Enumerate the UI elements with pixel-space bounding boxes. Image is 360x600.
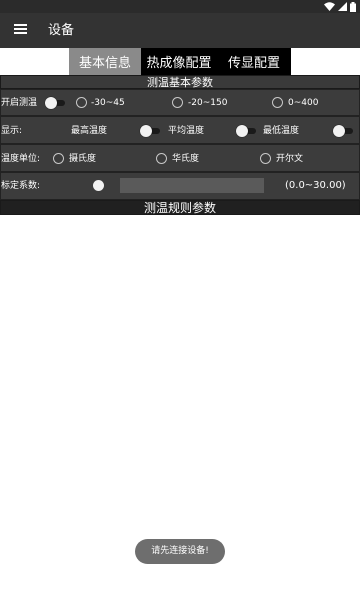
calibration-label: 标定系数: (1, 181, 41, 191)
range-option-2: -20~150 (188, 98, 228, 108)
calibration-row: 标定系数: (0.0~30.00) (0, 172, 360, 200)
temperature-unit-row: 温度单位: 摄氏度 华氏度 开尔文 (0, 144, 360, 172)
calibration-input[interactable] (120, 178, 264, 193)
max-temp-switch[interactable] (140, 125, 162, 137)
tab-transmission-config[interactable]: 传显配置 (217, 48, 291, 75)
menu-icon[interactable] (10, 22, 30, 39)
unit-radio-kelvin[interactable] (260, 153, 271, 164)
max-temp-label: 最高温度 (71, 126, 108, 136)
temperature-unit-label: 温度单位: (1, 154, 41, 164)
range-radio-3[interactable] (272, 97, 283, 108)
tab-basic-info[interactable]: 基本信息 (69, 48, 141, 75)
signal-icon (338, 2, 347, 11)
section-header-rule-params: 测温规则参数 (0, 200, 360, 215)
tab-thermal-config[interactable]: 热成像配置 (141, 48, 217, 75)
avg-temp-switch[interactable] (236, 125, 258, 137)
range-option-3: 0~400 (288, 98, 319, 108)
min-temp-switch[interactable] (333, 125, 355, 137)
page-title: 设备 (48, 23, 75, 38)
battery-icon (350, 1, 356, 12)
display-row: 显示: 最高温度 平均温度 最低温度 (0, 116, 360, 144)
unit-option-kelvin: 开尔文 (276, 154, 304, 164)
wifi-icon (324, 2, 335, 11)
range-radio-2[interactable] (172, 97, 183, 108)
range-option-1: -30~45 (91, 98, 125, 108)
tab-bar: 基本信息 热成像配置 传显配置 (69, 48, 291, 75)
toast-message: 请先连接设备! (135, 539, 225, 564)
unit-radio-fahrenheit[interactable] (156, 153, 167, 164)
status-icons (324, 1, 356, 12)
calibration-slider-thumb[interactable] (93, 180, 104, 191)
app-bar: 设备 (0, 13, 360, 48)
unit-radio-celsius[interactable] (53, 153, 64, 164)
range-radio-1[interactable] (76, 97, 87, 108)
enable-measurement-switch[interactable] (45, 97, 67, 109)
unit-option-celsius: 摄氏度 (69, 154, 97, 164)
avg-temp-label: 平均温度 (168, 126, 205, 136)
enable-measurement-label: 开启测温 (1, 98, 38, 108)
calibration-range-text: (0.0~30.00) (285, 180, 346, 191)
calibration-slider[interactable] (89, 179, 109, 192)
enable-measurement-row: 开启测温 -30~45 -20~150 0~400 (0, 89, 360, 116)
section-header-basic-params: 测温基本参数 (0, 75, 360, 89)
status-bar (0, 0, 360, 13)
display-label: 显示: (1, 126, 23, 136)
min-temp-label: 最低温度 (263, 126, 300, 136)
unit-option-fahrenheit: 华氏度 (172, 154, 200, 164)
